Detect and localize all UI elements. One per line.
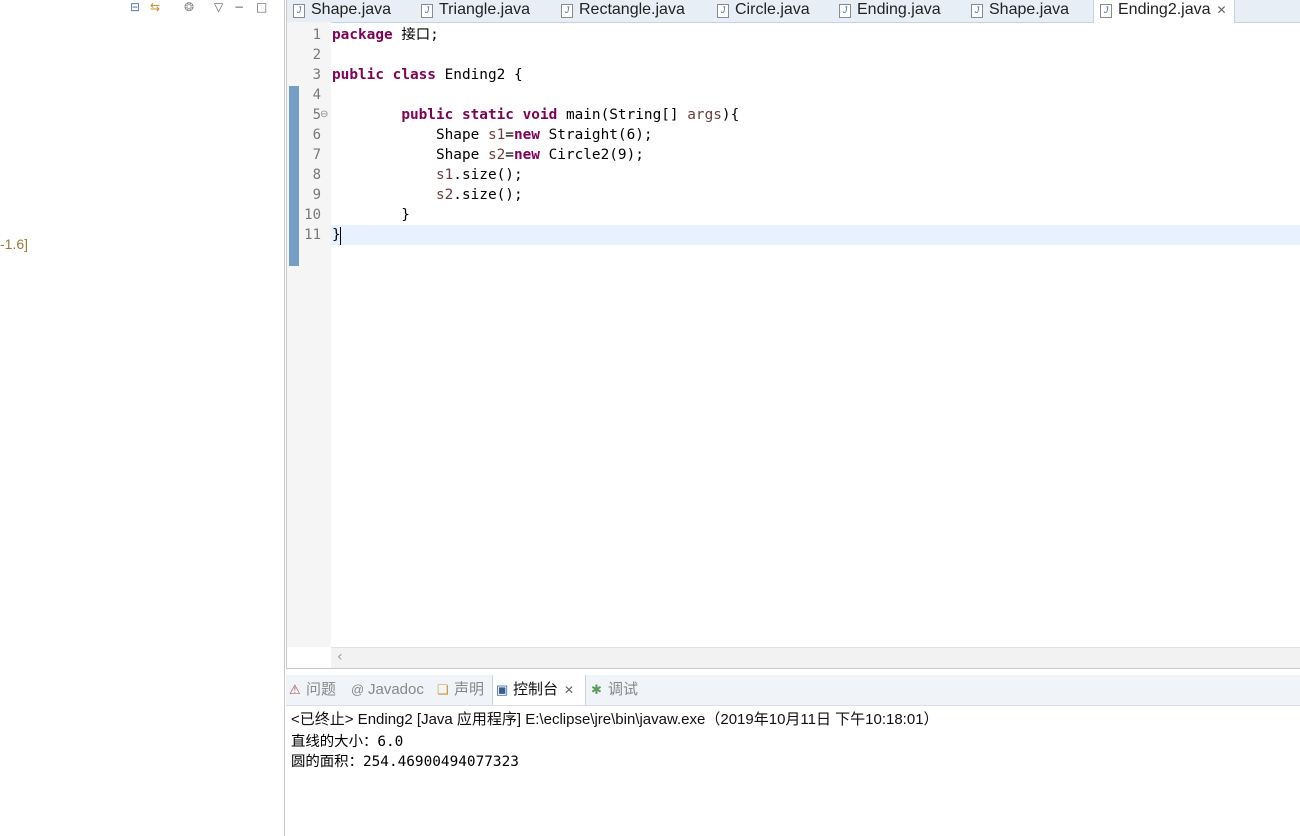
tab-triangle-java[interactable]: J Triangle.java bbox=[415, 0, 559, 22]
minimize-icon[interactable]: − bbox=[234, 0, 244, 14]
java-file-icon: J bbox=[561, 4, 573, 18]
tab-label: Ending.java bbox=[857, 1, 941, 18]
tab-label: Javadoc bbox=[368, 681, 424, 698]
debug-icon: ✱ bbox=[591, 682, 602, 697]
tab-label: 声明 bbox=[454, 681, 485, 698]
tab-console[interactable]: ▣ 控制台 ✕ bbox=[492, 675, 586, 705]
line-number: 10 bbox=[304, 207, 321, 223]
collapse-all-icon[interactable]: ⊟ bbox=[130, 0, 140, 14]
tab-javadoc[interactable]: @ Javadoc bbox=[348, 675, 430, 705]
tab-rectangle-java[interactable]: J Rectangle.java bbox=[555, 0, 709, 22]
line-number-gutter: 1 2 3 4 5 6 7 8 9 10 11 ⊖ bbox=[287, 22, 331, 647]
problems-icon: ⚠ bbox=[289, 682, 301, 697]
code-line: Shape s2=new Circle2(9); bbox=[332, 147, 644, 163]
console-output-line: 直线的大小：6.0 bbox=[291, 734, 404, 750]
change-indicator-bar bbox=[289, 86, 299, 266]
tab-shape-java[interactable]: J Shape.java bbox=[287, 0, 415, 22]
tab-label: 控制台 bbox=[513, 681, 559, 698]
line-number: 7 bbox=[312, 147, 321, 163]
code-line: } bbox=[332, 207, 410, 223]
console-output-line: 圆的面积：254.46900494077323 bbox=[291, 754, 519, 770]
tab-label: Rectangle.java bbox=[579, 1, 685, 18]
tab-circle-java[interactable]: J Circle.java bbox=[711, 0, 835, 22]
tab-shape-java-2[interactable]: J Shape.java bbox=[965, 0, 1093, 22]
java-file-icon: J bbox=[839, 4, 851, 18]
tab-label: 问题 bbox=[306, 681, 337, 698]
tab-ending-java[interactable]: J Ending.java bbox=[833, 0, 965, 22]
code-line: package 接口; bbox=[332, 27, 439, 43]
focus-icon[interactable]: ❂ bbox=[184, 0, 194, 14]
declaration-icon: ❏ bbox=[437, 682, 449, 697]
code-line: s1.size(); bbox=[435, 167, 523, 183]
java-file-icon: J bbox=[421, 4, 433, 18]
maximize-icon[interactable]: □ bbox=[256, 0, 267, 14]
line-number: 2 bbox=[312, 47, 321, 63]
view-menu-chevron-down-icon[interactable]: ▽ bbox=[214, 0, 223, 14]
line-number: 11 bbox=[304, 227, 321, 243]
console-icon: ▣ bbox=[496, 682, 509, 697]
console-status-line: <已终止> Ending2 [Java 应用程序] E:\eclipse\jre… bbox=[291, 711, 939, 728]
code-line: public class Ending2 { bbox=[332, 67, 523, 83]
text-caret bbox=[340, 227, 341, 245]
current-line-highlight bbox=[331, 225, 1300, 245]
tab-declaration[interactable]: ❏ 声明 bbox=[434, 675, 492, 705]
tab-label: 调试 bbox=[608, 681, 639, 698]
left-toolbar: ⊟ ⇆ ❂ ▽ − □ bbox=[128, 0, 278, 16]
code-line: public static void main(String[] args){ bbox=[401, 107, 740, 123]
java-file-icon: J bbox=[293, 4, 305, 18]
line-number: 6 bbox=[312, 127, 321, 143]
horizontal-scrollbar[interactable]: ‹ bbox=[331, 647, 1300, 668]
line-number: 8 bbox=[312, 167, 321, 183]
line-number: 9 bbox=[312, 187, 321, 203]
java-file-icon: J bbox=[1100, 4, 1112, 18]
tab-label: Circle.java bbox=[735, 1, 810, 18]
line-number: 3 bbox=[312, 67, 321, 83]
console-area: ⚠ 问题 @ Javadoc ❏ 声明 ▣ 控制台 ✕ ✱ 调试 <已终止> En… bbox=[286, 675, 1300, 836]
java-file-icon: J bbox=[717, 4, 729, 18]
link-with-editor-icon[interactable]: ⇆ bbox=[150, 0, 160, 14]
console-tab-bar: ⚠ 问题 @ Javadoc ❏ 声明 ▣ 控制台 ✕ ✱ 调试 bbox=[286, 675, 1300, 706]
fold-collapse-icon[interactable]: ⊖ bbox=[320, 109, 328, 120]
tab-problems[interactable]: ⚠ 问题 bbox=[286, 675, 346, 705]
code-editor[interactable]: package 接口; public class Ending2 { publi… bbox=[331, 22, 1300, 647]
code-line: s2.size(); bbox=[435, 187, 523, 203]
tab-label: Ending2.java bbox=[1118, 1, 1211, 18]
tab-label: Triangle.java bbox=[439, 1, 531, 18]
java-file-icon: J bbox=[971, 4, 983, 18]
tab-label: Shape.java bbox=[989, 1, 1070, 18]
code-line: Shape s1=new Straight(6); bbox=[332, 127, 653, 143]
tab-ending2-java[interactable]: J Ending2.java ✕ bbox=[1093, 0, 1235, 23]
left-panel-text-fragment: -1.6] bbox=[0, 236, 29, 252]
line-number: 1 bbox=[312, 27, 321, 43]
editor-area: J Shape.java J Triangle.java J Rectangle… bbox=[286, 0, 1300, 669]
left-panel: ⊟ ⇆ ❂ ▽ − □ -1.6] bbox=[0, 0, 285, 836]
editor-tab-bar: J Shape.java J Triangle.java J Rectangle… bbox=[287, 0, 1300, 23]
tab-label: Shape.java bbox=[311, 1, 392, 18]
close-tab-icon[interactable]: ✕ bbox=[564, 683, 574, 697]
close-tab-icon[interactable]: ✕ bbox=[1217, 3, 1227, 17]
scroll-left-icon[interactable]: ‹ bbox=[337, 649, 343, 665]
line-number: 4 bbox=[312, 87, 321, 103]
at-icon: @ bbox=[351, 682, 365, 697]
line-number: 5 bbox=[312, 107, 321, 123]
tab-debug[interactable]: ✱ 调试 bbox=[588, 675, 648, 705]
